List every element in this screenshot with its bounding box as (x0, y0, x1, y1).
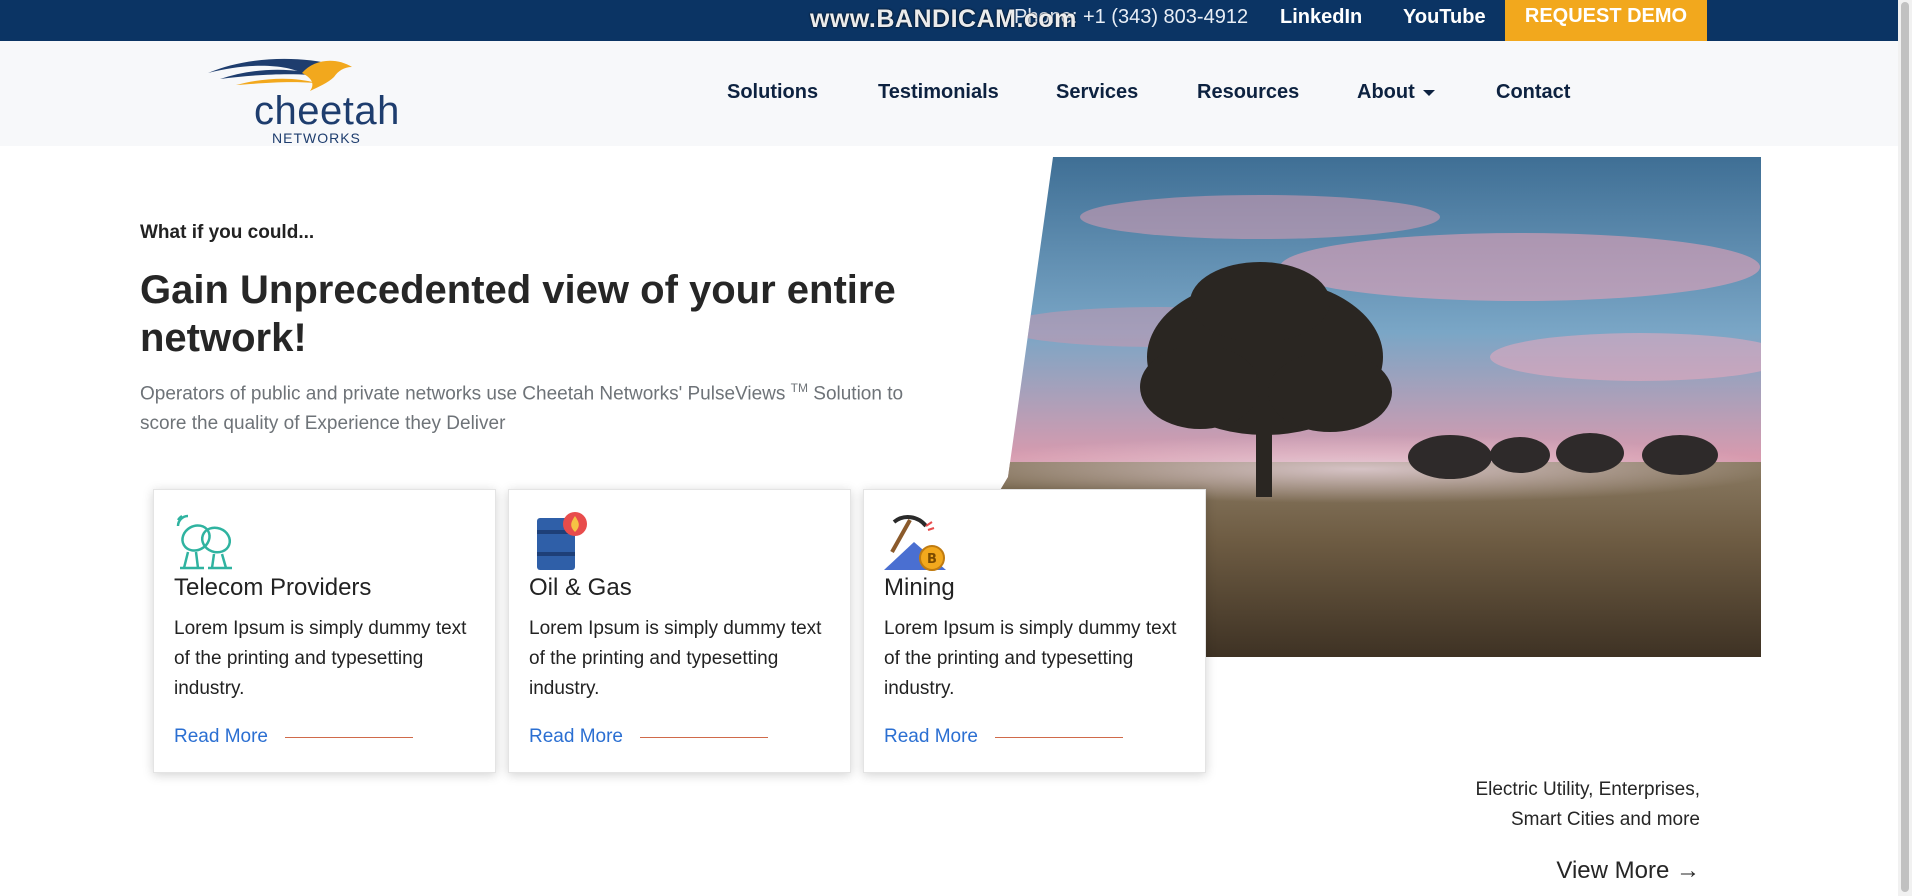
card-oil-gas: Oil & Gas Lorem Ipsum is simply dummy te… (508, 489, 851, 773)
youtube-link[interactable]: YouTube (1403, 6, 1486, 29)
nav-testimonials[interactable]: Testimonials (878, 81, 999, 104)
card-description: Lorem Ipsum is simply dummy text of the … (174, 618, 467, 699)
view-more-link[interactable]: View More → (1500, 857, 1700, 885)
logo-brand-text: cheetah (254, 89, 400, 133)
recording-watermark: www.BANDICAM.com (810, 5, 1077, 33)
request-demo-button[interactable]: REQUEST DEMO (1505, 0, 1707, 41)
link-divider (995, 737, 1123, 738)
satellite-dish-icon (176, 514, 232, 570)
nav-about-label: About (1357, 81, 1415, 103)
top-bar: Phone: +1 (343) 803-4912 LinkedIn YouTub… (0, 0, 1912, 41)
nav-contact[interactable]: Contact (1496, 81, 1570, 104)
svg-text:B: B (927, 552, 937, 567)
card-mining: B Mining Lorem Ipsum is simply dummy tex… (863, 489, 1206, 773)
read-more-link[interactable]: Read More (529, 726, 623, 748)
card-title: Oil & Gas (529, 574, 632, 601)
read-more-link[interactable]: Read More (174, 726, 268, 748)
cheetah-networks-logo[interactable]: cheetah NETWORKS (206, 53, 399, 145)
card-description: Lorem Ipsum is simply dummy text of the … (884, 618, 1177, 699)
other-industries-line-1: Electric Utility, Enterprises, (1475, 779, 1700, 800)
hero-subtext: Operators of public and private networks… (140, 373, 940, 439)
oil-barrel-icon (537, 512, 587, 570)
pickaxe-bitcoin-icon: B (884, 515, 946, 571)
trademark-mark: TM (790, 381, 808, 395)
card-title: Mining (884, 574, 955, 601)
read-more-link[interactable]: Read More (884, 726, 978, 748)
card-title: Telecom Providers (174, 574, 372, 601)
nav-resources[interactable]: Resources (1197, 81, 1299, 104)
other-industries-line-2: Smart Cities and more (1510, 809, 1700, 830)
link-divider (640, 737, 768, 738)
hero-headline: Gain Unprecedented view of your entire n… (140, 268, 896, 360)
card-telecom: Telecom Providers Lorem Ipsum is simply … (153, 489, 496, 773)
nav-about[interactable]: About (1357, 81, 1435, 104)
site-header: cheetah NETWORKS Solutions Testimonials … (0, 41, 1912, 146)
hero-eyebrow: What if you could... (140, 222, 315, 243)
chevron-down-icon (1422, 89, 1435, 96)
card-description: Lorem Ipsum is simply dummy text of the … (529, 618, 822, 699)
hero-subtext-lead: Operators of public and private networks… (140, 383, 791, 405)
logo-sub-text: NETWORKS (272, 130, 361, 146)
page-scrollbar[interactable] (1898, 0, 1912, 896)
link-divider (285, 737, 413, 738)
linkedin-link[interactable]: LinkedIn (1280, 6, 1362, 29)
nav-solutions[interactable]: Solutions (727, 81, 818, 104)
scrollbar-thumb[interactable] (1901, 2, 1909, 892)
other-industries: Electric Utility, Enterprises, Smart Cit… (1380, 775, 1700, 835)
nav-services[interactable]: Services (1056, 81, 1138, 104)
